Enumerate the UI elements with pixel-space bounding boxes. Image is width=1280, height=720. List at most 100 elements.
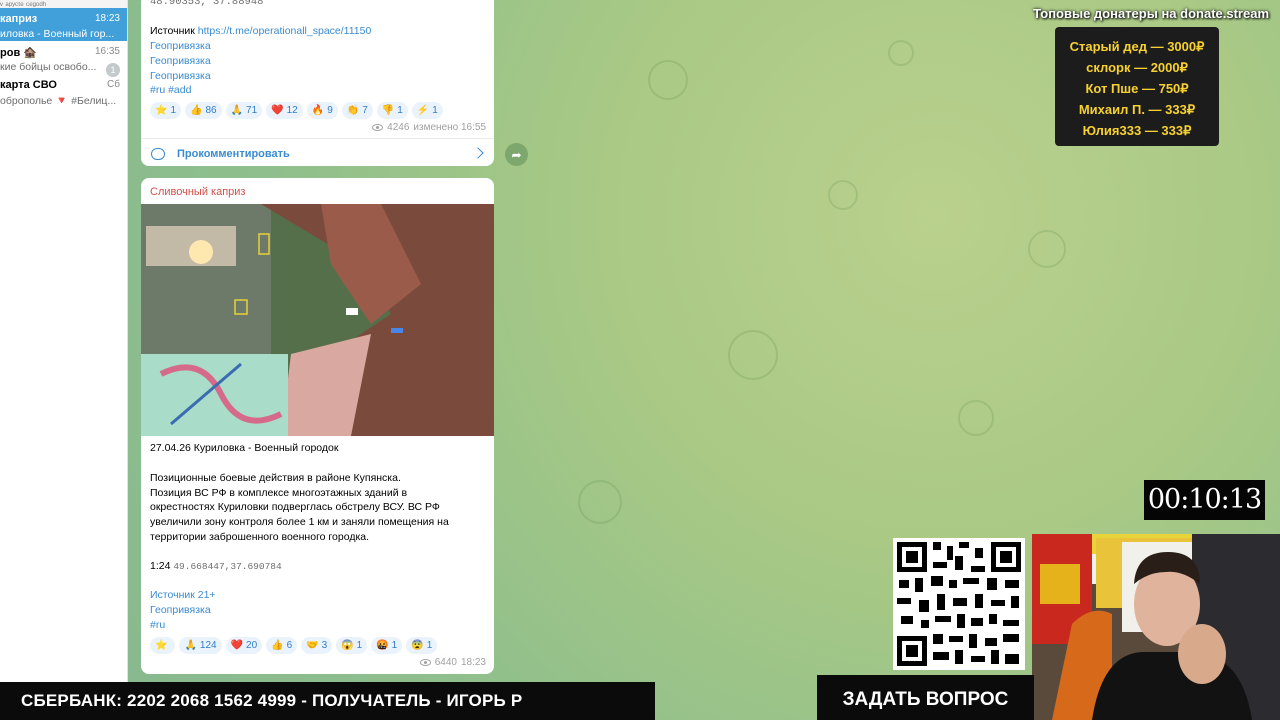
- coordinates-text[interactable]: 48.90353, 37.88948: [150, 0, 263, 8]
- reaction-count: 1: [432, 105, 438, 116]
- reaction-chip[interactable]: 🙏 71: [225, 102, 263, 119]
- star-icon: ⭐: [155, 640, 168, 651]
- body-line: Позиция ВС РФ в комплексе многоэтажных з…: [150, 487, 408, 499]
- donor-entry: Михаил П. — 333₽: [1078, 102, 1196, 117]
- reaction-chip[interactable]: 🤬 1: [371, 637, 403, 654]
- reactions-row: ⭐ 1 👍 86 🙏 71 ❤️ 12 🔥 9 👏 7 👎 1 ⚡ 1: [150, 102, 443, 119]
- reaction-chip[interactable]: ❤️ 20: [225, 637, 263, 654]
- share-arrow-icon: ➦: [511, 147, 522, 162]
- qr-code-graphic: [893, 538, 1025, 670]
- geo-link[interactable]: Геопривязка: [150, 40, 211, 52]
- reaction-chip[interactable]: ❤️ 12: [266, 102, 303, 119]
- chat-name: карта СВО: [0, 79, 57, 91]
- stream-timer: 00:10:13: [1144, 480, 1265, 520]
- donor-entry: склорк — 2000₽: [1086, 60, 1188, 75]
- reaction-count: 1: [391, 640, 398, 651]
- reaction-chip[interactable]: 👎 1: [376, 102, 408, 119]
- reaction-count: 7: [362, 105, 368, 116]
- reaction-chip[interactable]: 👍 6: [266, 637, 298, 654]
- chat-preview: иловка - Военный гор...: [0, 28, 115, 40]
- eye-icon: [372, 124, 384, 131]
- chat-name: каприз: [0, 13, 38, 25]
- clap-icon: 👏: [346, 105, 360, 116]
- reaction-chip[interactable]: 👏 7: [341, 102, 373, 119]
- donators-title: Топовые донатеры на donate.stream: [1033, 6, 1269, 21]
- reaction-chip[interactable]: 😨 1: [406, 637, 438, 654]
- hashtags[interactable]: #ru #add: [150, 84, 191, 96]
- star-icon: ⭐: [155, 105, 168, 116]
- coordinates-text[interactable]: 49.668447,37.690784: [173, 561, 281, 572]
- handshake-icon: 🤝: [306, 640, 319, 651]
- timecode-line: 1:24 49.668447,37.690784: [150, 560, 282, 572]
- donor-entry: Старый дед — 3000₽: [1069, 39, 1205, 54]
- thumbs-up-icon: 👍: [271, 640, 284, 651]
- lightning-icon: ⚡: [416, 105, 430, 116]
- reaction-count: 1: [397, 105, 403, 116]
- view-count: 6440: [434, 657, 457, 668]
- reaction-chip[interactable]: ⭐ 1: [150, 102, 182, 119]
- doodle-pattern: [1028, 230, 1066, 268]
- angry-icon: 🤬: [376, 640, 389, 651]
- chat-list-item[interactable]: ров 🏚️ 16:35 кие бойцы освобо... 1: [0, 41, 127, 77]
- fearful-icon: 😨: [411, 640, 424, 651]
- body-line: территории заброшенного военного городка…: [150, 531, 370, 543]
- sender-name[interactable]: Сливочный каприз: [150, 186, 245, 198]
- source-line: Источник https://t.me/operationall_space…: [150, 25, 371, 37]
- chat-list-item-active[interactable]: каприз 18:23 иловка - Военный гор...: [0, 8, 127, 41]
- reaction-count: 86: [205, 105, 217, 116]
- reaction-chip[interactable]: 🔥 9: [306, 102, 338, 119]
- hashtags[interactable]: #ru: [150, 619, 165, 631]
- chat-list-item[interactable]: карта СВО Сб оброполье 🔻 #Белиц...: [0, 74, 127, 107]
- chat-list-sidebar: ᵛ ᵃᵖʸᶜᵗᵉ ᶜᵉᵍᵒᵈʰ каприз 18:23 иловка - Во…: [0, 0, 128, 720]
- geo-link[interactable]: Геопривязка: [150, 70, 211, 82]
- heart-icon: ❤️: [271, 105, 284, 116]
- ask-question-banner[interactable]: ЗАДАТЬ ВОПРОС: [817, 675, 1034, 720]
- reaction-count: 1: [356, 640, 363, 651]
- qr-code: [893, 538, 1025, 670]
- message-title: 27.04.26 Куриловка - Военный городок: [150, 442, 339, 454]
- reaction-chip[interactable]: ⚡ 1: [411, 102, 443, 119]
- donor-entry: Юлия333 — 333₽: [1082, 123, 1192, 138]
- chat-time: Сб: [107, 79, 120, 90]
- heart-icon: ❤️: [230, 640, 244, 651]
- reaction-count: 20: [246, 640, 258, 651]
- reaction-chip[interactable]: 🤝 3: [301, 637, 333, 654]
- geo-link[interactable]: Геопривязка: [150, 55, 211, 67]
- reaction-count: 1: [170, 105, 177, 116]
- chat-time: 16:35: [94, 46, 120, 57]
- pray-icon: 🙏: [184, 640, 197, 651]
- body-line: Позиционные боевые действия в районе Куп…: [150, 472, 401, 484]
- reaction-chip[interactable]: 🙏 124: [179, 637, 222, 654]
- comment-button[interactable]: Прокомментировать: [141, 139, 494, 166]
- map-graphic: [141, 204, 494, 436]
- map-image[interactable]: [141, 204, 494, 436]
- thumbs-down-icon: 👎: [381, 105, 395, 116]
- fire-icon: 🔥: [311, 105, 325, 116]
- body-line: окрестностях Куриловки подверглась обстр…: [150, 501, 440, 513]
- source-label: Источник: [150, 25, 195, 37]
- message-bubble[interactable]: Сливочный каприз 27.04.26 Куриловка - Во…: [141, 178, 494, 674]
- reaction-chip[interactable]: ⭐: [150, 637, 176, 654]
- chat-list-item-partial[interactable]: ᵛ ᵃᵖʸᶜᵗᵉ ᶜᵉᵍᵒᵈʰ: [0, 0, 127, 8]
- timecode[interactable]: 1:24: [150, 560, 170, 572]
- message-bubble[interactable]: 48.90353, 37.88948 Источник https://t.me…: [141, 0, 494, 166]
- source-link[interactable]: https://t.me/operationall_space/11150: [198, 25, 372, 37]
- message-meta: 6440 18:23: [419, 657, 486, 668]
- bank-details-banner: СБЕРБАНК: 2202 2068 1562 4999 - ПОЛУЧАТЕ…: [0, 682, 655, 720]
- edited-label: изменено 16:55: [413, 122, 486, 133]
- doodle-pattern: [828, 180, 858, 210]
- doodle-pattern: [648, 60, 688, 100]
- reaction-count: 12: [286, 105, 298, 116]
- pray-icon: 🙏: [230, 105, 244, 116]
- scream-icon: 😱: [341, 640, 354, 651]
- reaction-chip[interactable]: 👍 86: [185, 102, 222, 119]
- reactions-row: ⭐ 🙏 124 ❤️ 20 👍 6 🤝 3 😱 1 🤬 1 😨 1: [150, 637, 438, 654]
- message-meta: 4246 изменено 16:55: [372, 122, 486, 133]
- geo-link[interactable]: Геопривязка: [150, 604, 211, 616]
- doodle-pattern: [958, 400, 994, 436]
- source-link[interactable]: Источник 21+: [150, 589, 216, 601]
- thumbs-up-icon: 👍: [190, 105, 203, 116]
- share-button[interactable]: ➦: [505, 143, 528, 166]
- message-time: 18:23: [460, 657, 486, 668]
- reaction-chip[interactable]: 😱 1: [336, 637, 368, 654]
